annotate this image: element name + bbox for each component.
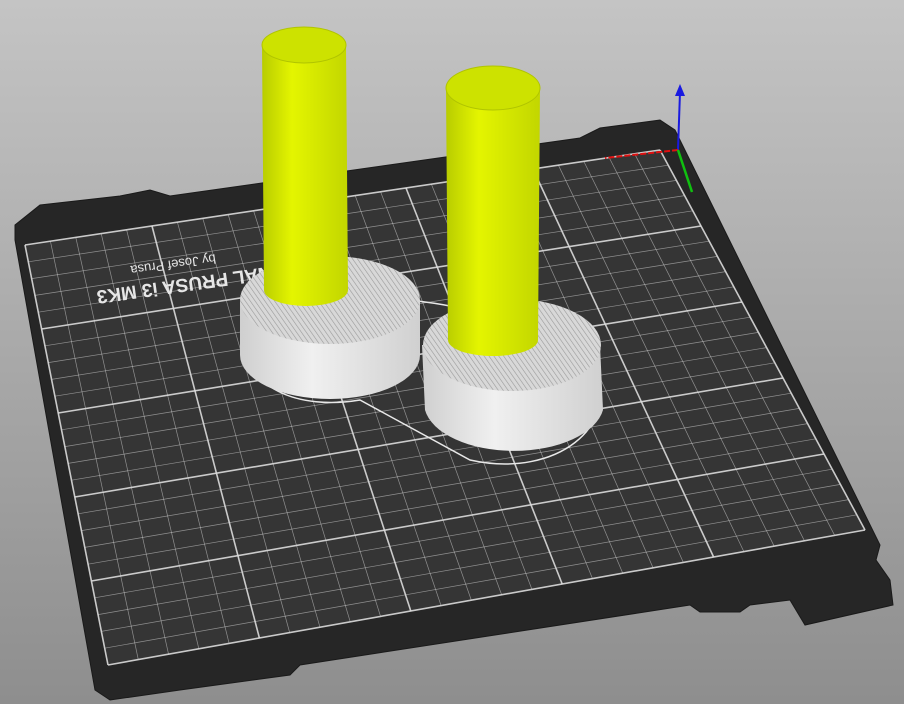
object-1-tube-top [261, 26, 347, 64]
3d-viewport[interactable]: ORIGINAL PRUSA i3 MK3 by Josef Prusa [0, 0, 904, 704]
object-2-tube-top [445, 65, 541, 111]
object-1-tube [262, 45, 348, 306]
object-2-tube [446, 88, 540, 356]
